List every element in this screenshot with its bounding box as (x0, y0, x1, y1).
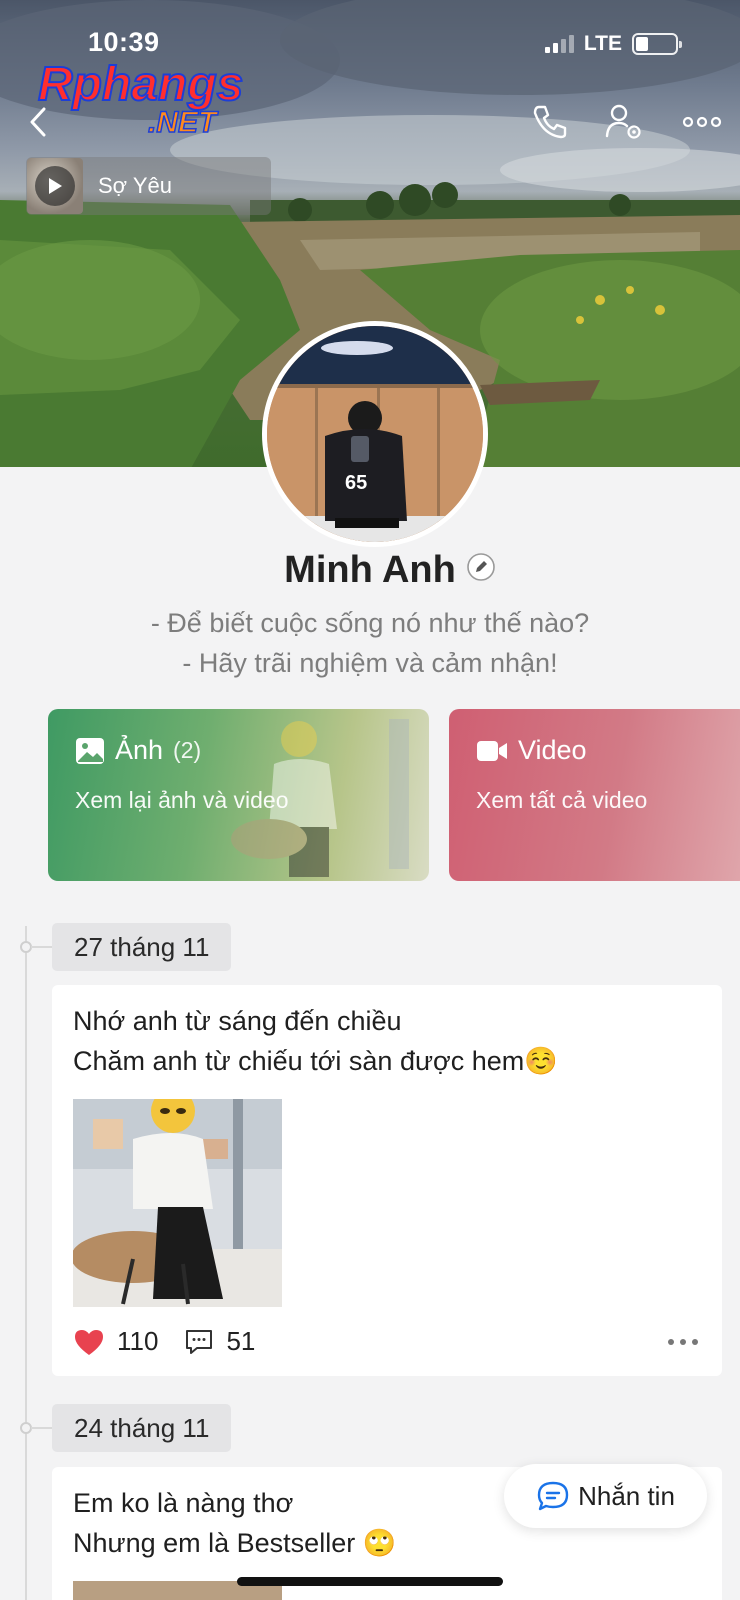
profile-music[interactable]: Sợ Yêu (26, 157, 271, 215)
photos-card-title: Ảnh (115, 735, 164, 765)
comment-button[interactable]: 51 (184, 1326, 255, 1357)
bio-line-1: - Để biết cuộc sống nó như thế nào? (150, 608, 590, 638)
photos-card[interactable]: Ảnh (2) Xem lại ảnh và video (48, 709, 429, 881)
status-indicators: LTE (544, 32, 682, 56)
music-thumbnail (27, 158, 83, 214)
avatar[interactable]: 65 (262, 321, 488, 547)
more-button[interactable] (680, 100, 724, 144)
play-icon[interactable] (35, 166, 75, 206)
home-indicator[interactable] (237, 1577, 503, 1586)
phone-icon (533, 105, 567, 139)
music-title: Sợ Yêu (98, 173, 172, 198)
signal-icon (544, 35, 574, 53)
image-icon (76, 737, 104, 764)
edit-name-icon[interactable] (466, 552, 496, 582)
post-text-line: Nhớ anh từ sáng đến chiều (73, 1006, 402, 1036)
more-icon (682, 116, 722, 128)
videos-card-title: Video (518, 735, 587, 765)
chevron-left-icon (30, 107, 46, 137)
photos-card-subtitle: Xem lại ảnh và video (75, 787, 289, 813)
videos-card-subtitle: Xem tất cả video (476, 787, 648, 813)
call-button[interactable] (528, 100, 572, 144)
watermark-logo: Rphangs .NET (37, 57, 244, 140)
chat-bubble-icon (537, 1481, 569, 1511)
svg-text:.NET: .NET (148, 106, 219, 139)
post-actions: 110 51 (73, 1326, 281, 1357)
heart-icon (75, 1329, 103, 1355)
like-count: 110 (117, 1326, 159, 1356)
back-button[interactable] (16, 100, 60, 144)
bio-line-2: - Hãy trãi nghiệm và cảm nhận! (182, 648, 558, 678)
message-button-label: Nhắn tin (578, 1480, 675, 1511)
status-time: 10:39 (88, 27, 160, 57)
battery-icon (632, 33, 682, 55)
post-photo[interactable] (73, 1099, 282, 1307)
post-text-line: Chăm anh từ chiếu tới sàn được hem☺️ (73, 1046, 558, 1076)
videos-card[interactable]: Video Xem tất cả video (449, 709, 740, 881)
post-text-line: Nhưng em là Bestseller 🙄 (73, 1528, 397, 1558)
svg-text:Rphangs: Rphangs (38, 58, 243, 111)
message-button[interactable]: Nhắn tin (504, 1464, 707, 1528)
comment-count: 51 (226, 1326, 256, 1356)
profile-name: Minh Anh (284, 549, 456, 591)
video-camera-icon (477, 740, 507, 761)
timeline-post[interactable]: Nhớ anh từ sáng đến chiều Chăm anh từ ch… (52, 985, 722, 1376)
like-button[interactable]: 110 (73, 1326, 158, 1357)
post-text-line: Em ko là nàng thơ (73, 1488, 294, 1518)
svg-text:65: 65 (345, 472, 367, 494)
post-more-icon[interactable] (668, 1339, 698, 1345)
user-settings-icon (605, 104, 641, 139)
photos-count: (2) (173, 737, 202, 763)
comment-icon (186, 1329, 213, 1354)
date-chip: 27 tháng 11 (52, 923, 232, 971)
timeline-line (25, 926, 27, 1600)
network-type: LTE (583, 32, 622, 55)
profile-settings-button[interactable] (602, 100, 646, 144)
date-chip: 24 tháng 11 (52, 1404, 232, 1452)
